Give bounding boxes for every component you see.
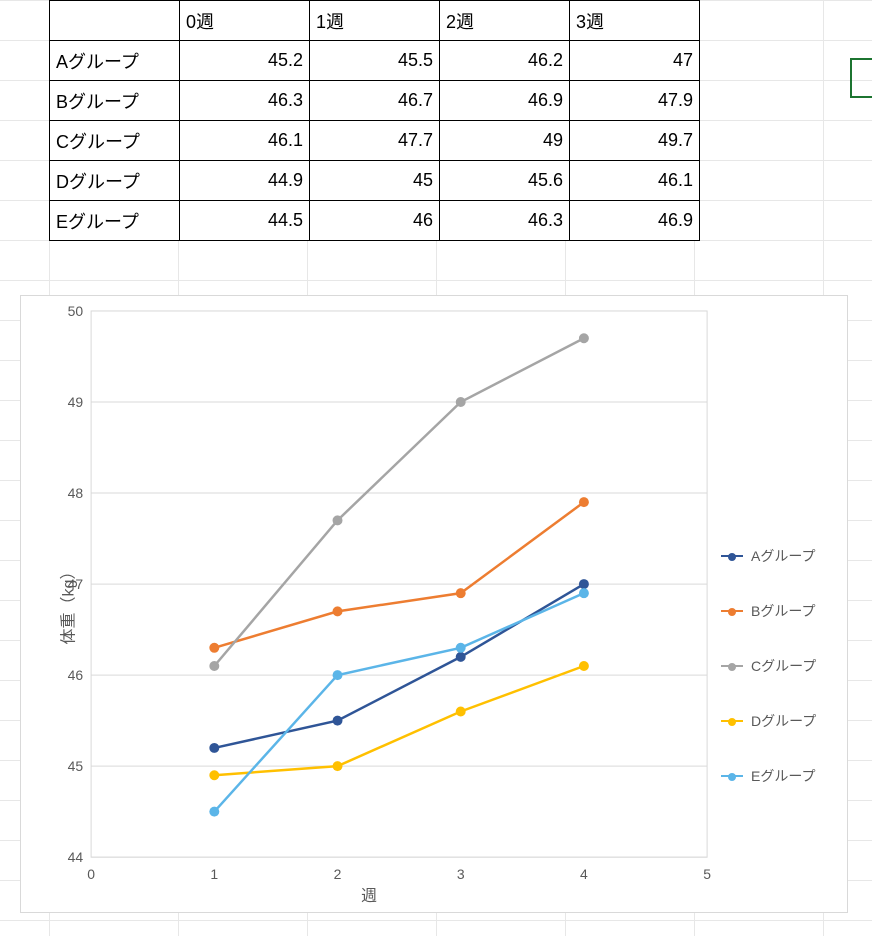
cell[interactable]: 46.9	[440, 81, 570, 121]
table-header-1week[interactable]: 1週	[310, 1, 440, 41]
svg-text:4: 4	[580, 866, 588, 882]
cell[interactable]: 46.3	[440, 201, 570, 241]
legend-marker-icon	[721, 665, 743, 667]
svg-text:48: 48	[68, 485, 84, 501]
table-header-3week[interactable]: 3週	[570, 1, 700, 41]
cell[interactable]: 47	[570, 41, 700, 81]
table-row: Aグループ 45.2 45.5 46.2 47	[50, 41, 700, 81]
table-header-blank[interactable]	[50, 1, 180, 41]
legend-label: Bグループ	[751, 601, 816, 621]
legend-item: Eグループ	[721, 766, 839, 786]
cell[interactable]: 46.9	[570, 201, 700, 241]
cell[interactable]: 46.1	[570, 161, 700, 201]
table-row: Bグループ 46.3 46.7 46.9 47.9	[50, 81, 700, 121]
svg-text:1: 1	[210, 866, 218, 882]
row-label[interactable]: Bグループ	[50, 81, 180, 121]
row-label[interactable]: Aグループ	[50, 41, 180, 81]
svg-text:46: 46	[68, 667, 84, 683]
table-row: Dグループ 44.9 45 45.6 46.1	[50, 161, 700, 201]
cell[interactable]: 45.5	[310, 41, 440, 81]
active-cell-indicator	[850, 58, 872, 98]
row-label[interactable]: Eグループ	[50, 201, 180, 241]
cell[interactable]: 46.7	[310, 81, 440, 121]
legend-item: Dグループ	[721, 711, 839, 731]
cell[interactable]: 45	[310, 161, 440, 201]
cell[interactable]: 49	[440, 121, 570, 161]
cell[interactable]: 47.9	[570, 81, 700, 121]
y-axis-label: 体重（kg）	[54, 564, 78, 645]
table-row: Eグループ 44.5 46 46.3 46.9	[50, 201, 700, 241]
legend: Aグループ Bグループ Cグループ Dグループ Eグループ	[721, 546, 839, 821]
svg-text:0: 0	[87, 866, 95, 882]
legend-label: Dグループ	[751, 711, 816, 731]
legend-marker-icon	[721, 775, 743, 777]
svg-text:2: 2	[334, 866, 342, 882]
legend-marker-icon	[721, 610, 743, 612]
svg-text:45: 45	[68, 758, 84, 774]
svg-text:49: 49	[68, 394, 84, 410]
legend-item: Bグループ	[721, 601, 839, 621]
svg-text:44: 44	[68, 849, 84, 865]
legend-marker-icon	[721, 555, 743, 557]
cell[interactable]: 45.6	[440, 161, 570, 201]
chart[interactable]: 体重（kg） 週 44454647484950012345 Aグループ Bグルー…	[20, 295, 848, 913]
x-axis-label: 週	[21, 882, 717, 906]
legend-item: Cグループ	[721, 656, 839, 676]
table-header-row: 0週 1週 2週 3週	[50, 1, 700, 41]
cell[interactable]: 46	[310, 201, 440, 241]
cell[interactable]: 49.7	[570, 121, 700, 161]
legend-item: Aグループ	[721, 546, 839, 566]
svg-text:3: 3	[457, 866, 465, 882]
cell[interactable]: 46.3	[180, 81, 310, 121]
cell[interactable]: 44.5	[180, 201, 310, 241]
data-table: 0週 1週 2週 3週 Aグループ 45.2 45.5 46.2 47 Bグルー…	[49, 0, 700, 241]
legend-marker-icon	[721, 720, 743, 722]
row-label[interactable]: Cグループ	[50, 121, 180, 161]
svg-text:5: 5	[703, 866, 711, 882]
spreadsheet: 0週 1週 2週 3週 Aグループ 45.2 45.5 46.2 47 Bグルー…	[0, 0, 872, 936]
cell[interactable]: 45.2	[180, 41, 310, 81]
cell[interactable]: 46.1	[180, 121, 310, 161]
legend-label: Aグループ	[751, 546, 816, 566]
table-row: Cグループ 46.1 47.7 49 49.7	[50, 121, 700, 161]
table-header-0week[interactable]: 0週	[180, 1, 310, 41]
svg-text:50: 50	[68, 303, 84, 319]
row-label[interactable]: Dグループ	[50, 161, 180, 201]
cell[interactable]: 46.2	[440, 41, 570, 81]
table-header-2week[interactable]: 2週	[440, 1, 570, 41]
cell[interactable]: 44.9	[180, 161, 310, 201]
legend-label: Cグループ	[751, 656, 816, 676]
legend-label: Eグループ	[751, 766, 816, 786]
cell[interactable]: 47.7	[310, 121, 440, 161]
